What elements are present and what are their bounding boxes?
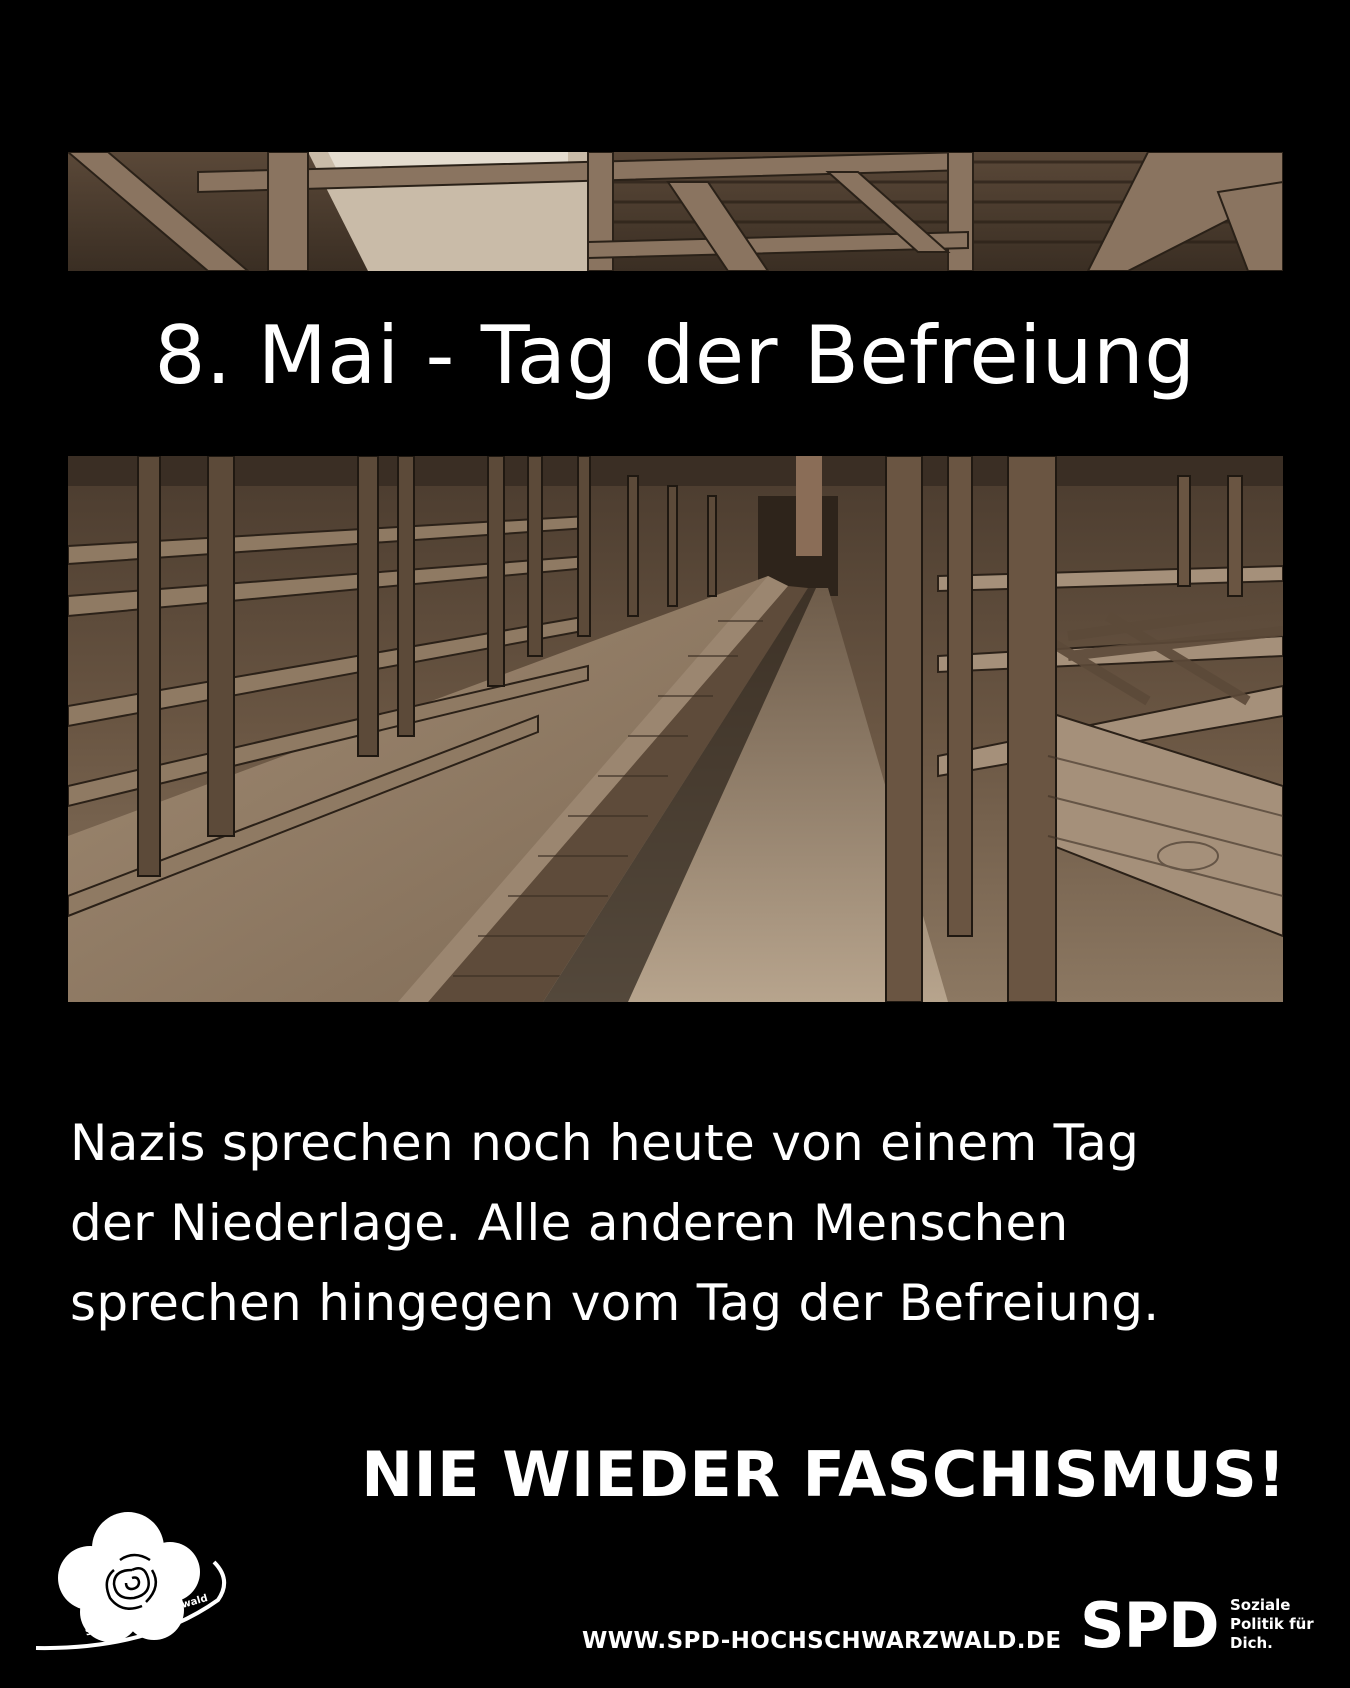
slogan: NIE WIEDER FASCHISMUS! (361, 1438, 1286, 1511)
body-line-2: der Niederlage. Alle anderen Menschen (70, 1194, 1069, 1252)
barrack-roof-photo (68, 152, 1283, 271)
spd-claim-line-2: Politik für (1230, 1615, 1314, 1633)
body-line-3: sprechen hingegen vom Tag der Befreiung. (70, 1274, 1160, 1332)
body-text: Nazis sprechen noch heute von einem Tag … (70, 1103, 1300, 1343)
spd-wordmark: SPD (1080, 1589, 1220, 1662)
spd-claim: Soziale Politik für Dich. (1230, 1596, 1314, 1653)
spd-rose-logo-icon: SPD Hochschwarzwald (28, 1500, 240, 1660)
spd-logo: SPD Soziale Politik für Dich. (1080, 1588, 1320, 1668)
body-line-1: Nazis sprechen noch heute von einem Tag (70, 1114, 1140, 1172)
spd-claim-line-3: Dich. (1230, 1634, 1273, 1652)
page-title: 8. Mai - Tag der Befreiung (154, 309, 1196, 402)
rose-logo-graphic (35, 1512, 226, 1651)
spd-claim-line-1: Soziale (1230, 1596, 1291, 1614)
barrack-bunks-photo (68, 456, 1283, 1002)
website-link[interactable]: WWW.SPD-HOCHSCHWARZWALD.DE (582, 1628, 1061, 1654)
roof-beams-illustration (68, 152, 1283, 271)
barrack-interior-illustration (68, 456, 1283, 1002)
poster: 8. Mai - Tag der Befreiung Nazis spreche… (0, 0, 1350, 1688)
